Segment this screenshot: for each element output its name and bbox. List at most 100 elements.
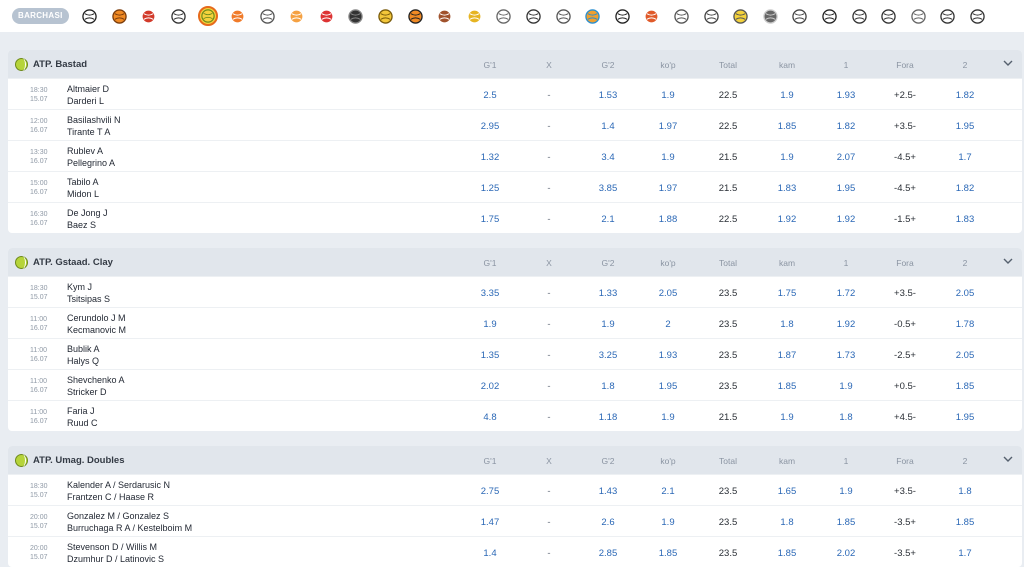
match-teams[interactable]: Cerundolo J M Kecmanovic M bbox=[67, 313, 126, 336]
match-teams[interactable]: Gonzalez M / Gonzalez S Burruchaga R A / … bbox=[67, 511, 192, 534]
odd-g2[interactable]: 3.25 bbox=[599, 350, 618, 361]
odd-g2[interactable]: 1.4 bbox=[601, 121, 614, 132]
odd-kop[interactable]: 2 bbox=[665, 319, 670, 330]
odd-two[interactable]: 1.95 bbox=[956, 412, 975, 423]
odd-kam[interactable]: 1.8 bbox=[780, 517, 793, 528]
sport-beach-icon[interactable] bbox=[585, 8, 601, 24]
sport-racket-icon[interactable] bbox=[851, 8, 867, 24]
sport-cricket-icon[interactable] bbox=[466, 8, 482, 24]
odd-kam[interactable]: 1.8 bbox=[780, 319, 793, 330]
sport-dota-icon[interactable] bbox=[141, 8, 157, 24]
odd-kop[interactable]: 2.05 bbox=[659, 288, 678, 299]
odd-one[interactable]: 1.82 bbox=[837, 121, 856, 132]
odd-kop[interactable]: 1.97 bbox=[659, 121, 678, 132]
odd-kop[interactable]: 1.9 bbox=[661, 152, 674, 163]
sport-rugby2-icon[interactable] bbox=[674, 8, 690, 24]
odd-one[interactable]: 2.07 bbox=[837, 152, 856, 163]
match-row[interactable]: 12:00 16.07 Basilashvili N Tirante T A 2.95… bbox=[8, 109, 1022, 140]
odd-two[interactable]: 1.95 bbox=[956, 121, 975, 132]
odd-kop[interactable]: 1.95 bbox=[659, 381, 678, 392]
odd-one[interactable]: 1.9 bbox=[839, 381, 852, 392]
odd-g2[interactable]: 1.33 bbox=[599, 288, 618, 299]
match-teams[interactable]: Shevchenko A Stricker D bbox=[67, 375, 125, 398]
odd-g1[interactable]: 1.9 bbox=[483, 319, 496, 330]
odd-g2[interactable]: 1.53 bbox=[599, 90, 618, 101]
chevron-down-icon[interactable] bbox=[1002, 256, 1014, 266]
odd-two[interactable]: 2.05 bbox=[956, 288, 975, 299]
odd-kop[interactable]: 1.9 bbox=[661, 517, 674, 528]
match-teams[interactable]: Bublik A Halys Q bbox=[67, 344, 100, 367]
chevron-down-icon[interactable] bbox=[1002, 58, 1014, 68]
sport-gloves-icon[interactable] bbox=[318, 8, 334, 24]
odd-g2[interactable]: 1.18 bbox=[599, 412, 618, 423]
odd-one[interactable]: 1.9 bbox=[839, 486, 852, 497]
match-row[interactable]: 11:00 16.07 Cerundolo J M Kecmanovic M 1.9 -… bbox=[8, 307, 1022, 338]
odd-g2[interactable]: 2.6 bbox=[601, 517, 614, 528]
match-teams[interactable]: Faria J Ruud C bbox=[67, 406, 98, 429]
sport-badminton-icon[interactable] bbox=[289, 8, 305, 24]
sport-basketball2-icon[interactable] bbox=[407, 8, 423, 24]
odd-kam[interactable]: 1.87 bbox=[778, 350, 797, 361]
odd-g2[interactable]: 2.85 bbox=[599, 548, 618, 559]
sport-hockey2-icon[interactable] bbox=[821, 8, 837, 24]
odd-g1[interactable]: 3.35 bbox=[481, 288, 500, 299]
odd-kam[interactable]: 1.9 bbox=[780, 152, 793, 163]
chevron-down-icon[interactable] bbox=[1002, 454, 1014, 464]
sport-tabletennis-icon[interactable] bbox=[881, 8, 897, 24]
odd-kam[interactable]: 1.85 bbox=[778, 121, 797, 132]
sport-hockey-icon[interactable] bbox=[348, 8, 364, 24]
all-sports-button[interactable]: BARCHASI bbox=[12, 8, 69, 24]
match-row[interactable]: 18:30 15.07 Altmaier D Darderi L 2.5 - 1.53 1.… bbox=[8, 78, 1022, 109]
odd-g1[interactable]: 1.35 bbox=[481, 350, 500, 361]
sport-racing-icon[interactable] bbox=[614, 8, 630, 24]
sport-snooker-icon[interactable] bbox=[703, 8, 719, 24]
odd-g1[interactable]: 1.32 bbox=[481, 152, 500, 163]
sport-rugby-icon[interactable] bbox=[437, 8, 453, 24]
odd-two[interactable]: 1.7 bbox=[958, 152, 971, 163]
odd-two[interactable]: 1.85 bbox=[956, 517, 975, 528]
sport-athletics-icon[interactable] bbox=[940, 8, 956, 24]
odd-kam[interactable]: 1.83 bbox=[778, 183, 797, 194]
odd-one[interactable]: 1.92 bbox=[837, 319, 856, 330]
match-teams[interactable]: Tabilo A Midon L bbox=[67, 177, 99, 200]
odd-one[interactable]: 1.95 bbox=[837, 183, 856, 194]
odd-g1[interactable]: 1.47 bbox=[481, 517, 500, 528]
match-teams[interactable]: Rublev A Pellegrino A bbox=[67, 146, 115, 169]
odd-g2[interactable]: 2.1 bbox=[601, 214, 614, 225]
match-row[interactable]: 11:00 16.07 Faria J Ruud C 4.8 - 1.18 1.9 21.5 1… bbox=[8, 400, 1022, 431]
sport-football-icon[interactable] bbox=[82, 8, 98, 24]
odd-g1[interactable]: 4.8 bbox=[483, 412, 496, 423]
odd-g1[interactable]: 1.75 bbox=[481, 214, 500, 225]
odd-g1[interactable]: 2.5 bbox=[483, 90, 496, 101]
match-teams[interactable]: Altmaier D Darderi L bbox=[67, 84, 109, 107]
sport-amfootball-icon[interactable] bbox=[230, 8, 246, 24]
sport-mma-icon[interactable] bbox=[644, 8, 660, 24]
league-header[interactable]: ATP. Gstaad. Clay G'1 X G'2 ko'p Total kam 1 For… bbox=[8, 248, 1022, 276]
match-row[interactable]: 11:00 16.07 Shevchenko A Stricker D 2.02 - 1.… bbox=[8, 369, 1022, 400]
league-header[interactable]: ATP. Umag. Doubles G'1 X G'2 ko'p Total kam 1 Fo… bbox=[8, 446, 1022, 474]
odd-kop[interactable]: 2.1 bbox=[661, 486, 674, 497]
odd-one[interactable]: 2.02 bbox=[837, 548, 856, 559]
odd-two[interactable]: 1.78 bbox=[956, 319, 975, 330]
sport-tennis-icon[interactable] bbox=[198, 6, 218, 26]
odd-kop[interactable]: 1.9 bbox=[661, 90, 674, 101]
odd-two[interactable]: 1.85 bbox=[956, 381, 975, 392]
league-header[interactable]: ATP. Bastad G'1 X G'2 ko'p Total kam 1 Fora 2 bbox=[8, 50, 1022, 78]
odd-g1[interactable]: 2.95 bbox=[481, 121, 500, 132]
odd-g1[interactable]: 2.02 bbox=[481, 381, 500, 392]
sport-volleyball-icon[interactable] bbox=[259, 8, 275, 24]
match-row[interactable]: 15:00 16.07 Tabilo A Midon L 1.25 - 3.85 1.97 2… bbox=[8, 171, 1022, 202]
odd-kam[interactable]: 1.92 bbox=[778, 214, 797, 225]
odd-one[interactable]: 1.73 bbox=[837, 350, 856, 361]
odd-g1[interactable]: 1.4 bbox=[483, 548, 496, 559]
sport-handball-icon[interactable] bbox=[378, 8, 394, 24]
odd-kop[interactable]: 1.88 bbox=[659, 214, 678, 225]
sport-goal-icon[interactable] bbox=[792, 8, 808, 24]
odd-kam[interactable]: 1.9 bbox=[780, 412, 793, 423]
odd-kam[interactable]: 1.65 bbox=[778, 486, 797, 497]
sport-basketball-icon[interactable] bbox=[111, 8, 127, 24]
odd-kop[interactable]: 1.93 bbox=[659, 350, 678, 361]
match-teams[interactable]: Basilashvili N Tirante T A bbox=[67, 115, 121, 138]
odd-two[interactable]: 1.8 bbox=[958, 486, 971, 497]
odd-g2[interactable]: 3.85 bbox=[599, 183, 618, 194]
